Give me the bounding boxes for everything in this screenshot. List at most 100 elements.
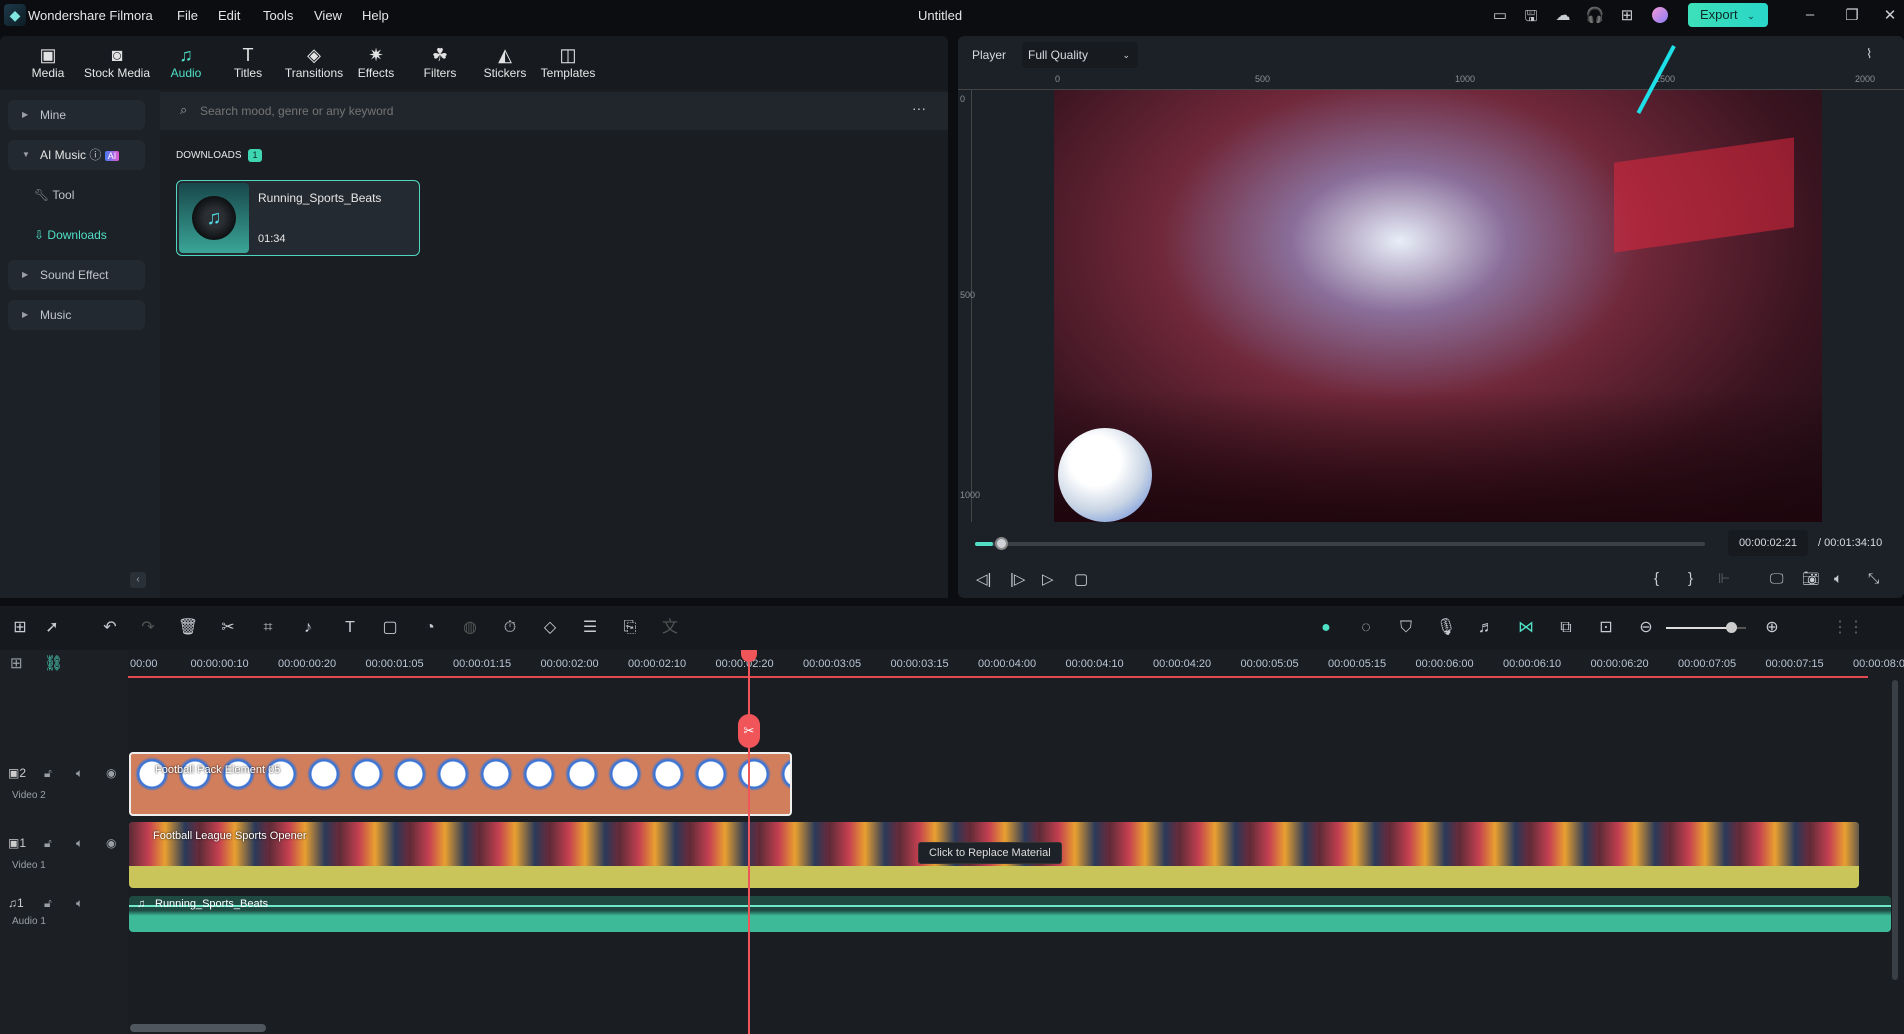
play-icon[interactable]: ▷ xyxy=(1042,570,1054,588)
link-icon[interactable]: ⛓︎ xyxy=(44,654,63,672)
fit-icon[interactable]: ⊡ xyxy=(1594,616,1618,640)
volume-icon[interactable]: 🔈︎ xyxy=(1834,570,1842,587)
video-preview[interactable] xyxy=(1054,90,1822,522)
previous-frame-icon[interactable]: ◁| xyxy=(976,570,991,588)
menu-view[interactable]: View xyxy=(314,8,342,23)
collapse-sidebar-button[interactable]: ‹ xyxy=(130,572,146,588)
crop-icon[interactable]: ⌗ xyxy=(256,616,280,640)
tab-effects[interactable]: ✷ Effects xyxy=(356,44,396,80)
audio-edit-icon[interactable]: ♪ xyxy=(296,616,320,640)
sidebar-item-sound-effect[interactable]: ▶ Sound Effect xyxy=(8,260,145,290)
avatar[interactable] xyxy=(1652,7,1668,23)
lock-icon[interactable]: 🔓︎ xyxy=(44,836,52,851)
add-track-icon[interactable]: ⊞ xyxy=(10,654,23,672)
next-frame-icon[interactable]: |▷ xyxy=(1010,570,1025,588)
support-icon[interactable]: 🎧 xyxy=(1585,6,1605,26)
progress-handle[interactable] xyxy=(995,537,1008,550)
tab-stickers[interactable]: ◭ Stickers xyxy=(482,44,528,80)
lock-icon[interactable]: 🔓︎ xyxy=(44,896,52,911)
menu-edit[interactable]: Edit xyxy=(218,8,240,23)
search-input[interactable] xyxy=(200,100,700,122)
more-options-icon[interactable]: ··· xyxy=(912,100,926,116)
tab-stock-media[interactable]: ◙ Stock Media xyxy=(82,44,152,80)
music-list-icon[interactable]: ♬ xyxy=(1474,616,1498,640)
keyframe-icon[interactable]: ◇ xyxy=(538,616,562,640)
sidebar-item-tool[interactable]: 🔧︎ Tool xyxy=(34,188,74,202)
track-layout-icon[interactable]: ⋮⋮ xyxy=(1832,616,1864,640)
save-icon[interactable]: 🖫 xyxy=(1521,6,1541,26)
layout-grid-icon[interactable]: ⊞ xyxy=(8,616,32,640)
snapshot-icon[interactable]: 📷︎ xyxy=(1802,570,1820,587)
sidebar-label: Tool xyxy=(52,188,75,202)
clip-audio-1[interactable]: ♫ Running_Sports_Beats xyxy=(129,896,1891,932)
sidebar-item-music[interactable]: ▶ Music xyxy=(8,300,145,330)
zoom-out-icon[interactable]: ⊖ xyxy=(1634,616,1658,640)
zoom-slider-handle[interactable] xyxy=(1726,622,1737,633)
restore-icon[interactable]: ❐ xyxy=(1842,6,1862,26)
display-icon[interactable]: 🖵︎ xyxy=(1770,570,1784,587)
render-icon[interactable]: ◌ xyxy=(1354,616,1378,640)
cut-icon[interactable]: ✂ xyxy=(216,616,240,640)
tab-titles[interactable]: T Titles xyxy=(228,44,268,80)
color-icon[interactable]: ◍ xyxy=(458,616,482,640)
clip-video-2[interactable]: Football Pack Element 05 xyxy=(129,752,792,816)
waveform-scope-icon[interactable]: ⌇ xyxy=(1866,46,1872,62)
translate-icon[interactable]: 文 xyxy=(658,616,682,640)
menu-tools[interactable]: Tools xyxy=(263,8,293,23)
timer-icon[interactable]: ⏱︎ xyxy=(498,616,522,640)
mark-in-icon[interactable]: { xyxy=(1654,570,1659,587)
mute-icon[interactable]: 🔈︎ xyxy=(76,766,83,781)
delete-icon[interactable]: 🗑︎ xyxy=(176,616,200,640)
tab-filters[interactable]: ☘ Filters xyxy=(420,44,460,80)
playhead[interactable] xyxy=(748,650,750,1034)
split-scissors-button[interactable]: ✂ xyxy=(738,714,760,748)
text-icon[interactable]: T xyxy=(338,616,362,640)
lock-icon[interactable]: 🔓︎ xyxy=(44,766,52,781)
quality-dropdown[interactable]: Full Quality ⌄ xyxy=(1022,42,1138,68)
tab-templates[interactable]: ◫ Templates xyxy=(540,44,596,80)
mask-icon[interactable]: ▢ xyxy=(378,616,402,640)
current-time[interactable]: 00:00:02:21 xyxy=(1728,530,1808,556)
snap-icon[interactable]: ⋈ xyxy=(1514,616,1538,640)
tab-media[interactable]: ▣ Media xyxy=(28,44,68,80)
audio-item[interactable]: ♫ Running_Sports_Beats 01:34 xyxy=(176,180,420,256)
speed-icon[interactable]: ◔ xyxy=(418,616,442,640)
playback-progress[interactable] xyxy=(975,542,1705,546)
mute-icon[interactable]: 🔈︎ xyxy=(76,896,83,911)
marker-icon[interactable]: ⛉ xyxy=(1394,616,1418,640)
speech-to-text-icon[interactable]: ⎘ xyxy=(618,616,642,640)
close-icon[interactable]: ✕ xyxy=(1880,6,1900,26)
ai-assistant-icon[interactable]: ● xyxy=(1314,616,1338,640)
adjust-icon[interactable]: ☰ xyxy=(578,616,602,640)
help-icon[interactable]: ⓘ xyxy=(89,148,101,162)
menu-file[interactable]: File xyxy=(177,8,198,23)
apps-icon[interactable]: ⊞ xyxy=(1617,6,1637,26)
pip-icon[interactable]: ⧉ xyxy=(1554,616,1578,640)
minimize-icon[interactable]: – xyxy=(1800,6,1820,26)
mute-icon[interactable]: 🔈︎ xyxy=(76,836,83,851)
stop-icon[interactable]: ▢ xyxy=(1074,570,1088,588)
insert-icon[interactable]: ⊩ xyxy=(1718,570,1730,587)
layout-icon[interactable]: ▭ xyxy=(1490,6,1510,26)
microphone-icon[interactable]: 🎙︎ xyxy=(1434,616,1458,640)
sidebar-item-downloads[interactable]: ⇩ Downloads xyxy=(34,228,107,242)
titles-icon: T xyxy=(242,45,254,65)
zoom-in-icon[interactable]: ⊕ xyxy=(1760,616,1784,640)
tab-transitions[interactable]: ◈ Transitions xyxy=(282,44,346,80)
mark-out-icon[interactable]: } xyxy=(1688,570,1693,587)
menu-help[interactable]: Help xyxy=(362,8,389,23)
select-tool-icon[interactable]: ➚ xyxy=(40,616,64,640)
sidebar-item-ai-music[interactable]: ▼ AI Music ⓘ AI xyxy=(8,140,145,170)
sidebar-item-mine[interactable]: ▶ Mine xyxy=(8,100,145,130)
soccer-ball-graphic xyxy=(1058,428,1152,522)
cloud-icon[interactable]: ☁ xyxy=(1553,6,1573,26)
redo-icon[interactable]: ↷ xyxy=(136,616,160,640)
horizontal-scrollbar[interactable] xyxy=(130,1024,266,1032)
export-button[interactable]: Export ⌄ xyxy=(1688,3,1768,27)
tab-audio[interactable]: ♫ Audio xyxy=(166,44,206,80)
fullscreen-icon[interactable]: ⤡ xyxy=(1868,570,1879,587)
eye-icon[interactable]: ◉ xyxy=(106,836,116,850)
undo-icon[interactable]: ↶ xyxy=(98,616,122,640)
vertical-scrollbar[interactable] xyxy=(1892,680,1898,980)
eye-icon[interactable]: ◉ xyxy=(106,766,116,780)
